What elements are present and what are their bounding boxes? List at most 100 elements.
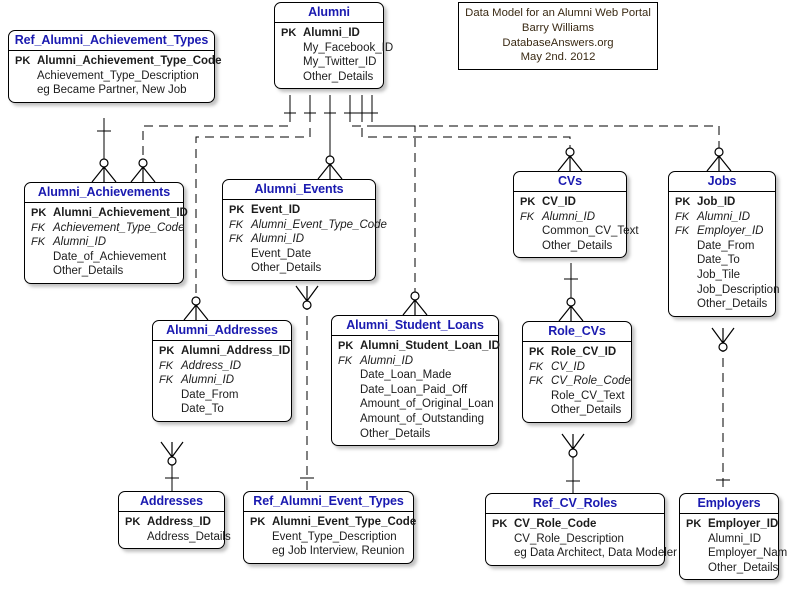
entity-title-ref_alumni_event_types: Ref_Alumni_Event_Types	[244, 492, 413, 512]
entity-alumni_addresses[interactable]: Alumni_Addresses PK Alumni_Address_ID FK Add…	[152, 320, 292, 422]
attribute-key-marker: PK	[529, 346, 545, 358]
entity-ref_alumni_event_types[interactable]: Ref_Alumni_Event_Types PK Alumni_Event_Typ…	[243, 491, 417, 564]
entity-title-employers: Employers	[680, 494, 778, 514]
attribute-name: Other_Details	[542, 239, 613, 252]
attribute-name: Date_To	[181, 403, 224, 416]
crowfoot-alumni-addresses-bottom	[160, 441, 184, 466]
attribute-name: Other_Details	[251, 262, 322, 275]
attribute-key-marker: FK	[520, 210, 535, 223]
attribute-name: Job_ID	[697, 196, 736, 208]
attribute-name: My_Twitter_ID	[303, 56, 377, 69]
relationship-cvs-to-role-cvs	[564, 263, 578, 321]
relationship-jobs-to-employers	[716, 328, 730, 493]
attribute-row: CV_Role_Description	[489, 532, 661, 547]
attribute-name: Other_Details	[360, 427, 431, 440]
attribute-name: Alumni_ID	[360, 354, 414, 367]
attribute-name: Address_ID	[147, 516, 211, 528]
attribute-row: Event_Type_Description	[247, 530, 410, 545]
attribute-name: Alumni_ID	[697, 210, 751, 223]
attribute-row: PK Role_CV_ID	[526, 345, 628, 360]
attribute-row: Date_To	[156, 402, 288, 417]
attribute-row: FK Alumni_ID	[156, 373, 288, 388]
attribute-row: Other_Details	[683, 561, 778, 576]
attribute-name: Alumni_ID	[303, 27, 360, 39]
relationship-alumni-to-cvs	[361, 113, 571, 171]
entity-title-alumni_events: Alumni_Events	[223, 180, 375, 200]
attribute-row: Date_Loan_Made	[335, 368, 495, 383]
attribute-name: Date_Loan_Paid_Off	[360, 383, 468, 396]
entity-addresses[interactable]: Addresses PK Address_ID Address_Details	[118, 491, 231, 550]
crowfoot-alumni-achievements-a	[91, 158, 117, 183]
entity-attributes-ref_alumni_event_types: PK Alumni_Event_Type_Code Event_Type_Descr…	[244, 512, 417, 563]
entity-ref_cv_roles[interactable]: Ref_CV_Roles PK CV_Role_Code CV_Role_Descri…	[485, 493, 677, 566]
attribute-row: Other_Details	[526, 403, 628, 418]
entity-attributes-ref_cv_roles: PK CV_Role_Code CV_Role_Description eg Data…	[486, 514, 677, 565]
attribute-name: Date_of_Achievement	[53, 250, 167, 263]
entity-title-alumni_addresses: Alumni_Addresses	[153, 321, 291, 341]
attribute-row: My_Twitter_ID	[278, 55, 380, 70]
attribute-name: eg Job Interview, Reunion	[272, 545, 405, 558]
attribute-row: Alumni_ID	[683, 532, 775, 547]
attribute-name: Other_Details	[53, 265, 124, 278]
entity-attributes-alumni_student_loans: PK Alumni_Student_Loan_ID FK Alumni_ID Date_…	[332, 336, 500, 445]
attribute-row: Date_Loan_Paid_Off	[335, 383, 495, 398]
attribute-key-marker: FK	[529, 375, 544, 388]
attribute-key-marker: PK	[159, 345, 175, 357]
alumni-connector-stubs	[284, 95, 378, 127]
attribute-name: Employer_ID	[708, 518, 779, 530]
entity-attributes-role_cvs: PK Role_CV_ID FK CV_ID FK CV_Role_Code Role_CV…	[523, 342, 631, 422]
attribute-row: PK Job_ID	[672, 195, 772, 210]
attribute-key-marker: FK	[675, 210, 690, 223]
attribute-row: PK Alumni_Achievement_ID	[28, 206, 188, 221]
entity-attributes-alumni_addresses: PK Alumni_Address_ID FK Address_ID FK Alumni_…	[153, 341, 291, 421]
attribute-row: PK Address_ID	[122, 515, 221, 530]
attribute-name: Alumni_ID	[181, 374, 235, 387]
attribute-name: Alumni_Student_Loan_ID	[360, 340, 500, 352]
attribute-row: PK Alumni_Address_ID	[156, 344, 291, 359]
attribute-row: FK Alumni_ID	[672, 210, 772, 225]
attribute-name: Amount_of_Outstanding	[360, 412, 485, 425]
entity-jobs[interactable]: Jobs PK Job_ID FK Alumni_ID FK Employer_ID Date…	[668, 171, 779, 317]
attribute-row: Address_Details	[122, 530, 231, 545]
crowfoot-alumni-achievements-b	[130, 158, 156, 183]
entity-attributes-alumni_events: PK Event_ID FK Alumni_Event_Type_Code FK Alum…	[223, 200, 387, 280]
entity-alumni_achievements[interactable]: Alumni_Achievements PK Alumni_Achievement_…	[24, 182, 188, 284]
entity-alumni_student_loans[interactable]: Alumni_Student_Loans PK Alumni_Student_Loa…	[331, 315, 500, 447]
attribute-row: eg Data Architect, Data Modeler	[489, 546, 677, 561]
attribute-row: eg Job Interview, Reunion	[247, 544, 410, 559]
diagram-title-block: Data Model for an Alumni Web Portal Barr…	[458, 2, 658, 71]
attribute-name: Alumni_Event_Type_Code	[272, 516, 417, 528]
attribute-name: Date_From	[697, 239, 755, 252]
entity-alumni[interactable]: Alumni PK Alumni_ID My_Facebook_ID My_Twitte…	[274, 2, 393, 90]
attribute-key-marker: PK	[125, 516, 141, 528]
attribute-key-marker: FK	[159, 374, 174, 387]
entity-attributes-cvs: PK CV_ID FK Alumni_ID Common_CV_Text Other_De…	[514, 192, 639, 257]
attribute-name: Other_Details	[551, 404, 622, 417]
attribute-key-marker: FK	[159, 359, 174, 372]
entity-role_cvs[interactable]: Role_CVs PK Role_CV_ID FK CV_ID FK CV_Role_Cod…	[522, 321, 632, 423]
attribute-name: Alumni_Achievement_ID	[53, 207, 188, 219]
crowfoot-alumni-student-loans	[402, 291, 428, 316]
er-diagram-canvas: Data Model for an Alumni Web Portal Barr…	[0, 0, 787, 592]
attribute-name: Alumni_Address_ID	[181, 345, 291, 357]
attribute-name: Alumni_Achievement_Type_Code	[37, 55, 222, 67]
attribute-row: Event_Date	[226, 247, 372, 262]
entity-ref_alumni_achievement_types[interactable]: Ref_Alumni_Achievement_Types PK Alumni_Ach…	[8, 30, 221, 103]
attribute-key-marker: FK	[529, 360, 544, 373]
attribute-row: Achievement_Type_Description	[12, 69, 211, 84]
attribute-name: eg Data Architect, Data Modeler	[514, 547, 677, 560]
entity-attributes-addresses: PK Address_ID Address_Details	[119, 512, 231, 548]
attribute-row: Other_Details	[335, 427, 495, 442]
entity-employers[interactable]: Employers PK Employer_ID Alumni_ID Employer_…	[679, 493, 787, 581]
attribute-name: Alumni_ID	[53, 236, 107, 249]
attribute-name: Amount_of_Original_Loan	[360, 398, 494, 411]
crowfoot-role-cvs	[558, 297, 584, 322]
attribute-row: My_Facebook_ID	[278, 41, 393, 56]
entity-title-alumni_achievements: Alumni_Achievements	[25, 183, 183, 203]
entity-alumni_events[interactable]: Alumni_Events PK Event_ID FK Alumni_Event_Ty…	[222, 179, 387, 281]
entity-title-ref_alumni_achievement_types: Ref_Alumni_Achievement_Types	[9, 31, 214, 51]
entity-cvs[interactable]: CVs PK CV_ID FK Alumni_ID Common_CV_Text Other…	[513, 171, 639, 259]
attribute-key-marker: PK	[281, 27, 297, 39]
attribute-row: Amount_of_Original_Loan	[335, 397, 495, 412]
crowfoot-alumni-events	[317, 155, 343, 180]
